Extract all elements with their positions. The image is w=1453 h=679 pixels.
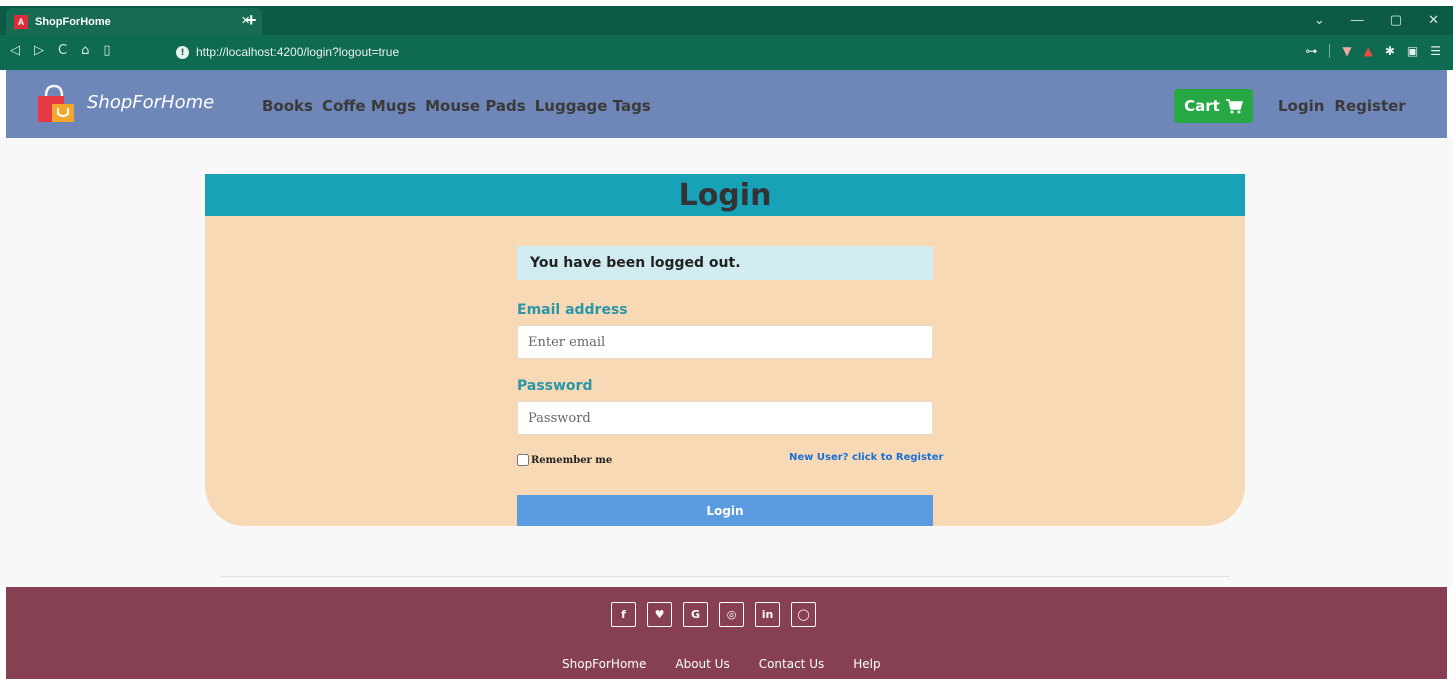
remember-me-label: Remember me xyxy=(531,454,613,466)
twitter-icon[interactable]: ♥ xyxy=(647,602,672,627)
sidebar-icon[interactable]: ▣ xyxy=(1407,44,1418,58)
password-label: Password xyxy=(517,378,593,394)
key-icon[interactable]: ⊶ xyxy=(1305,44,1317,58)
shopping-cart-icon xyxy=(1225,98,1243,113)
window-close-icon[interactable]: ✕ xyxy=(1428,12,1439,28)
angular-favicon-icon: A xyxy=(14,14,28,29)
tab-bar: A ShopForHome × + ⌄ — ▢ ✕ xyxy=(0,6,1453,35)
instagram-icon[interactable]: ◎ xyxy=(719,602,744,627)
footer-divider xyxy=(220,576,1230,577)
tab-title: ShopForHome xyxy=(35,15,111,28)
linkedin-icon[interactable]: in xyxy=(755,602,780,627)
github-icon[interactable]: ◯ xyxy=(791,602,816,627)
social-links: f ♥ G ◎ in ◯ xyxy=(611,602,816,627)
minimize-icon[interactable]: — xyxy=(1351,12,1364,28)
password-field[interactable] xyxy=(517,401,933,435)
email-label: Email address xyxy=(517,302,628,318)
footer-link-about-us[interactable]: About Us xyxy=(675,657,729,671)
footer-link-contact-us[interactable]: Contact Us xyxy=(759,657,825,671)
window-controls: ⌄ — ▢ ✕ xyxy=(1314,12,1439,28)
bookmark-icon[interactable]: ▯ xyxy=(103,43,110,58)
email-field[interactable] xyxy=(517,325,933,359)
cart-button[interactable]: Cart xyxy=(1174,89,1253,123)
remember-me: Remember me xyxy=(517,454,612,466)
extension-icons: ⊶ ▼ ▲ ✱ ▣ ☰ xyxy=(1305,44,1441,58)
address-bar: ◁ ▷ C ⌂ ▯ ! http://localhost:4200/login?… xyxy=(0,35,1453,70)
nav-icons: ◁ ▷ C ⌂ ▯ xyxy=(10,43,111,58)
login-submit-button[interactable]: Login xyxy=(517,495,933,526)
login-link[interactable]: Login xyxy=(1278,97,1324,115)
nav-link-luggage-tags[interactable]: Luggage Tags xyxy=(535,97,651,115)
footer-links: ShopForHome About Us Contact Us Help xyxy=(562,657,881,671)
site-footer: f ♥ G ◎ in ◯ ShopForHome About Us Contac… xyxy=(6,587,1447,679)
nav-link-coffee-mugs[interactable]: Coffe Mugs xyxy=(322,97,416,115)
tab-search-icon[interactable]: ⌄ xyxy=(1314,12,1325,28)
nav-link-books[interactable]: Books xyxy=(262,97,313,115)
page-title: Login xyxy=(678,177,772,213)
reload-icon[interactable]: C xyxy=(58,43,67,58)
home-icon[interactable]: ⌂ xyxy=(81,43,89,58)
register-link[interactable]: Register xyxy=(1334,97,1405,115)
footer-link-shopforhome[interactable]: ShopForHome xyxy=(562,657,646,671)
cart-label: Cart xyxy=(1184,97,1220,115)
browser-chrome: A ShopForHome × + ⌄ — ▢ ✕ ◁ ▷ C ⌂ ▯ ! ht… xyxy=(0,6,1453,70)
google-icon[interactable]: G xyxy=(683,602,708,627)
logout-alert: You have been logged out. xyxy=(517,246,933,280)
shopping-bags-logo-icon[interactable] xyxy=(34,84,78,124)
browser-tab[interactable]: A ShopForHome × xyxy=(6,8,262,35)
facebook-icon[interactable]: f xyxy=(611,602,636,627)
site-info-icon[interactable]: ! xyxy=(176,46,189,59)
back-icon[interactable]: ◁ xyxy=(10,43,20,58)
brave-shield-icon[interactable]: ▼ xyxy=(1342,44,1351,58)
nav-link-mouse-pads[interactable]: Mouse Pads xyxy=(425,97,526,115)
site-navbar: ShopForHome Books Coffe Mugs Mouse Pads … xyxy=(6,70,1447,138)
login-card: Login You have been logged out. Email ad… xyxy=(205,174,1245,526)
new-tab-icon[interactable]: + xyxy=(246,10,257,31)
menu-icon[interactable]: ☰ xyxy=(1430,44,1441,58)
login-card-header: Login xyxy=(205,174,1245,216)
brand-name[interactable]: ShopForHome xyxy=(87,92,214,113)
remember-me-checkbox[interactable] xyxy=(517,454,529,466)
footer-link-help[interactable]: Help xyxy=(853,657,880,671)
puzzle-icon[interactable]: ✱ xyxy=(1385,44,1395,58)
maximize-icon[interactable]: ▢ xyxy=(1390,12,1402,28)
toolbar-divider xyxy=(1329,44,1331,58)
auth-links: Login Register xyxy=(1278,97,1406,115)
new-user-register-link[interactable]: New User? click to Register xyxy=(789,452,943,463)
category-nav: Books Coffe Mugs Mouse Pads Luggage Tags xyxy=(262,97,651,115)
forward-icon[interactable]: ▷ xyxy=(34,43,44,58)
url-input[interactable]: http://localhost:4200/login?logout=true xyxy=(196,45,399,59)
brave-rewards-icon[interactable]: ▲ xyxy=(1364,44,1373,58)
